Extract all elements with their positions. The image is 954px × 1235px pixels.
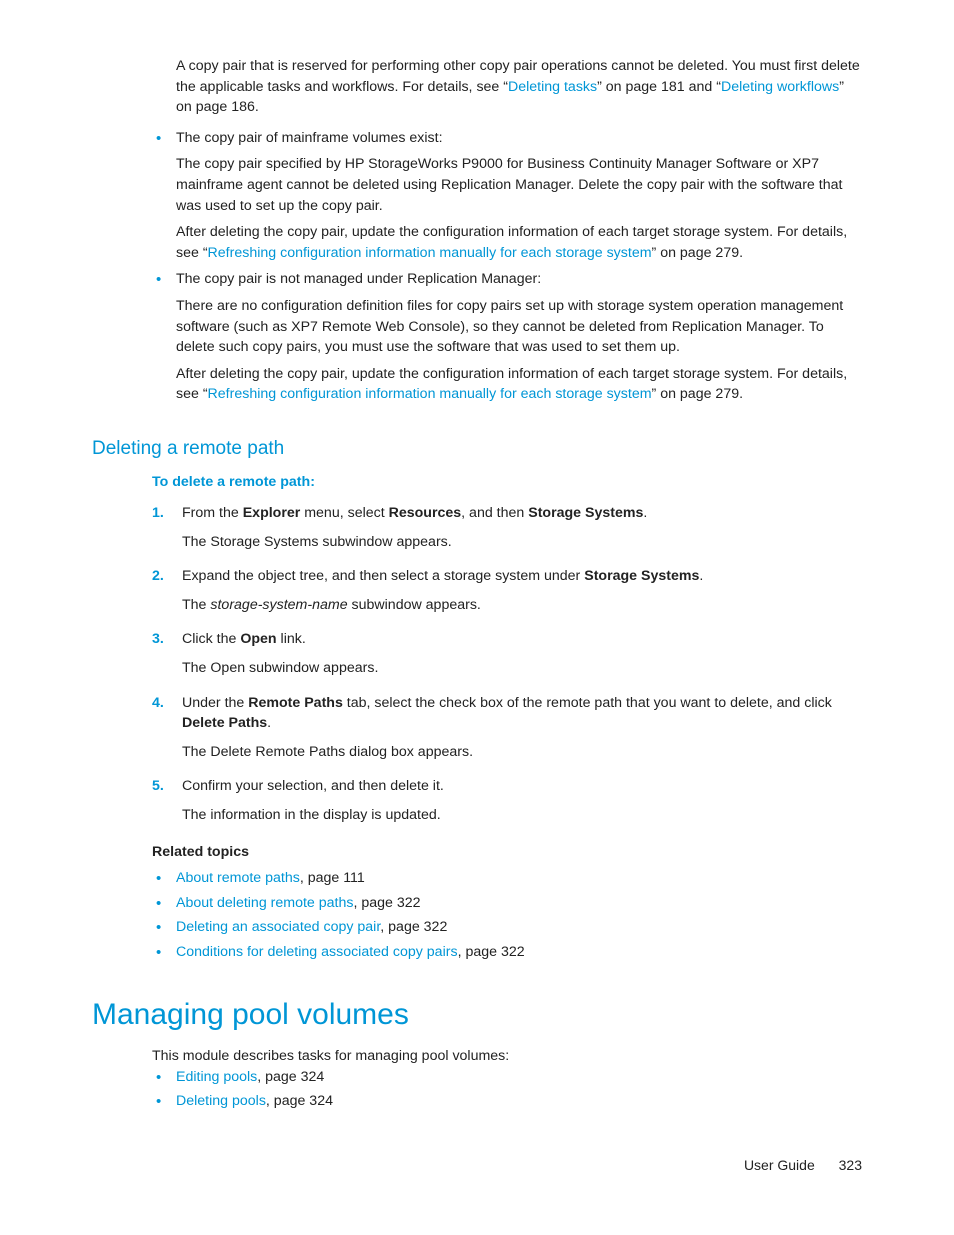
text: ” on page 279. [652, 386, 744, 402]
bullet-heading: The copy pair of mainframe volumes exist… [176, 128, 862, 149]
step: Under the Remote Paths tab, select the c… [152, 693, 862, 763]
bullet-body: After deleting the copy pair, update the… [176, 222, 862, 263]
link-deleting-workflows[interactable]: Deleting workflows [721, 79, 839, 95]
step-result: The information in the display is update… [182, 805, 862, 826]
step-text: Expand the object tree, and then select … [182, 566, 862, 587]
list-item: Deleting pools, page 324 [152, 1091, 862, 1112]
step-text: Confirm your selection, and then delete … [182, 776, 862, 797]
condition-list: The copy pair of mainframe volumes exist… [152, 128, 862, 405]
page-footer: User Guide 323 [744, 1155, 862, 1175]
footer-label: User Guide [744, 1157, 815, 1173]
step: Expand the object tree, and then select … [152, 566, 862, 615]
list-item: The copy pair of mainframe volumes exist… [152, 128, 862, 264]
related-topics-list: About remote paths, page 111 About delet… [152, 868, 862, 962]
link-refresh-config[interactable]: Refreshing configuration information man… [208, 245, 652, 261]
bullet-heading: The copy pair is not managed under Repli… [176, 269, 862, 290]
link-deleting-tasks[interactable]: Deleting tasks [508, 79, 597, 95]
step: Click the Open link. The Open subwindow … [152, 629, 862, 678]
step-result: The storage-system-name subwindow appear… [182, 595, 862, 616]
link-deleting-pools[interactable]: Deleting pools [176, 1093, 266, 1109]
bullet-body: The copy pair specified by HP StorageWor… [176, 154, 862, 216]
link-refresh-config[interactable]: Refreshing configuration information man… [208, 386, 652, 402]
document-page: A copy pair that is reserved for perform… [0, 0, 954, 1235]
page-number: 323 [839, 1157, 862, 1173]
list-item: Deleting an associated copy pair, page 3… [152, 917, 862, 938]
step: From the Explorer menu, select Resources… [152, 503, 862, 552]
step-text: Under the Remote Paths tab, select the c… [182, 693, 862, 734]
list-item: Conditions for deleting associated copy … [152, 942, 862, 963]
step-text: Click the Open link. [182, 629, 862, 650]
heading-managing-pool-volumes: Managing pool volumes [92, 993, 862, 1037]
step-result: The Delete Remote Paths dialog box appea… [182, 742, 862, 763]
link-editing-pools[interactable]: Editing pools [176, 1069, 257, 1085]
step-result: The Storage Systems subwindow appears. [182, 532, 862, 553]
intro-block: A copy pair that is reserved for perform… [176, 56, 862, 118]
link-related[interactable]: About remote paths [176, 870, 300, 886]
pool-topic-list: Editing pools, page 324 Deleting pools, … [152, 1067, 862, 1112]
procedure-list: From the Explorer menu, select Resources… [152, 503, 862, 826]
list-item: The copy pair is not managed under Repli… [152, 269, 862, 405]
procedure-title: To delete a remote path: [152, 472, 862, 493]
link-related[interactable]: Deleting an associated copy pair [176, 919, 380, 935]
intro-paragraph: A copy pair that is reserved for perform… [176, 56, 862, 118]
pool-intro: This module describes tasks for managing… [152, 1046, 862, 1067]
bullet-body: There are no configuration definition fi… [176, 296, 862, 358]
list-item: Editing pools, page 324 [152, 1067, 862, 1088]
related-topics-heading: Related topics [152, 842, 862, 863]
step: Confirm your selection, and then delete … [152, 776, 862, 825]
step-result: The Open subwindow appears. [182, 658, 862, 679]
text: ” on page 181 and “ [597, 79, 721, 95]
link-related[interactable]: Conditions for deleting associated copy … [176, 944, 458, 960]
text: ” on page 279. [652, 245, 744, 261]
bullet-body: After deleting the copy pair, update the… [176, 364, 862, 405]
heading-deleting-remote-path: Deleting a remote path [92, 435, 862, 463]
list-item: About deleting remote paths, page 322 [152, 893, 862, 914]
list-item: About remote paths, page 111 [152, 868, 862, 889]
link-related[interactable]: About deleting remote paths [176, 895, 353, 911]
step-text: From the Explorer menu, select Resources… [182, 503, 862, 524]
